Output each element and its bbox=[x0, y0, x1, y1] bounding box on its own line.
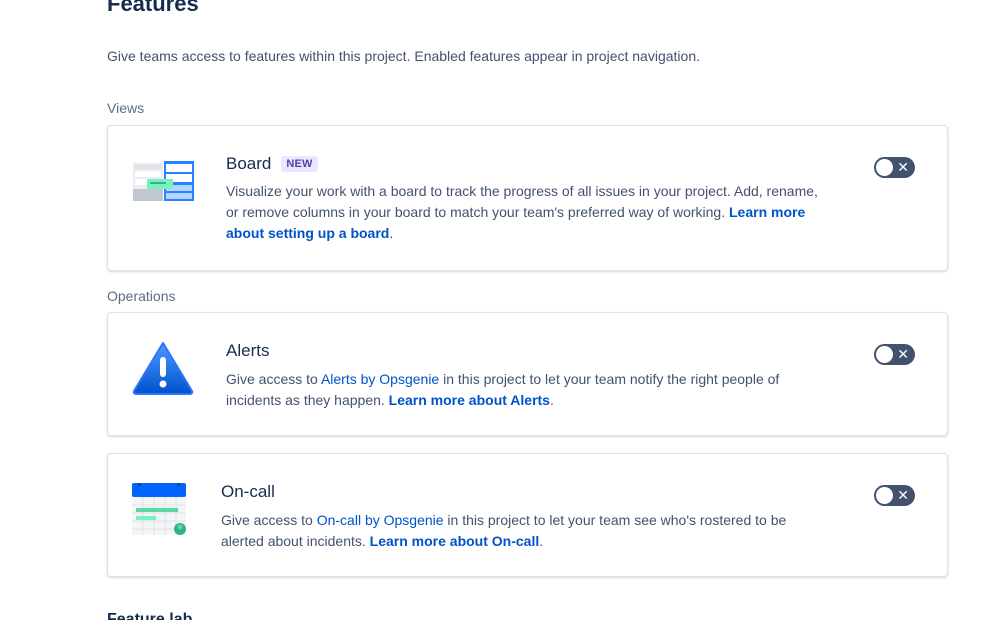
close-icon: ✕ bbox=[897, 159, 909, 175]
toggle-knob bbox=[876, 159, 893, 176]
alerts-description: Give access to Alerts by Opsgenie in thi… bbox=[226, 369, 826, 411]
oncall-by-opsgenie-link[interactable]: On-call by Opsgenie bbox=[317, 512, 444, 528]
alerts-by-opsgenie-link[interactable]: Alerts by Opsgenie bbox=[321, 371, 439, 387]
oncall-learn-more-link[interactable]: Learn more about On-call bbox=[370, 533, 540, 549]
section-label-operations: Operations bbox=[107, 288, 176, 304]
board-description: Visualize your work with a board to trac… bbox=[226, 181, 826, 244]
board-feature-card: Board NEW Visualize your work with a boa… bbox=[107, 125, 948, 271]
oncall-toggle[interactable]: ✕ bbox=[874, 485, 915, 506]
toggle-knob bbox=[876, 346, 893, 363]
alerts-toggle[interactable]: ✕ bbox=[874, 344, 915, 365]
board-title: Board bbox=[226, 154, 272, 173]
close-icon: ✕ bbox=[897, 487, 909, 503]
new-badge: NEW bbox=[281, 156, 318, 172]
section-label-feature-lab: Feature lab bbox=[107, 611, 193, 620]
board-description-trail: . bbox=[389, 225, 394, 241]
oncall-title-row: On-call bbox=[221, 482, 275, 502]
oncall-description: Give access to On-call by Opsgenie in th… bbox=[221, 510, 826, 552]
alerts-title-row: Alerts bbox=[226, 341, 269, 361]
close-icon: ✕ bbox=[897, 346, 909, 362]
board-illustration-icon bbox=[133, 161, 195, 208]
oncall-description-trail: . bbox=[539, 533, 544, 549]
page-title: Features bbox=[107, 0, 199, 16]
page-description: Give teams access to features within thi… bbox=[107, 48, 700, 64]
section-label-views: Views bbox=[107, 100, 145, 116]
alerts-description-trail: . bbox=[549, 392, 554, 408]
board-toggle[interactable]: ✕ bbox=[874, 157, 915, 178]
warning-triangle-icon bbox=[132, 341, 194, 400]
calendar-illustration-icon bbox=[132, 481, 188, 544]
toggle-knob bbox=[876, 487, 893, 504]
alerts-description-before: Give access to bbox=[226, 371, 321, 387]
alerts-learn-more-link[interactable]: Learn more about Alerts bbox=[389, 392, 550, 408]
alerts-feature-card: Alerts Give access to Alerts by Opsgenie… bbox=[107, 312, 948, 436]
alerts-title: Alerts bbox=[226, 341, 270, 360]
board-title-row: Board NEW bbox=[226, 154, 318, 174]
oncall-title: On-call bbox=[221, 482, 275, 501]
oncall-feature-card: On-call Give access to On-call by Opsgen… bbox=[107, 453, 948, 577]
oncall-description-before: Give access to bbox=[221, 512, 317, 528]
